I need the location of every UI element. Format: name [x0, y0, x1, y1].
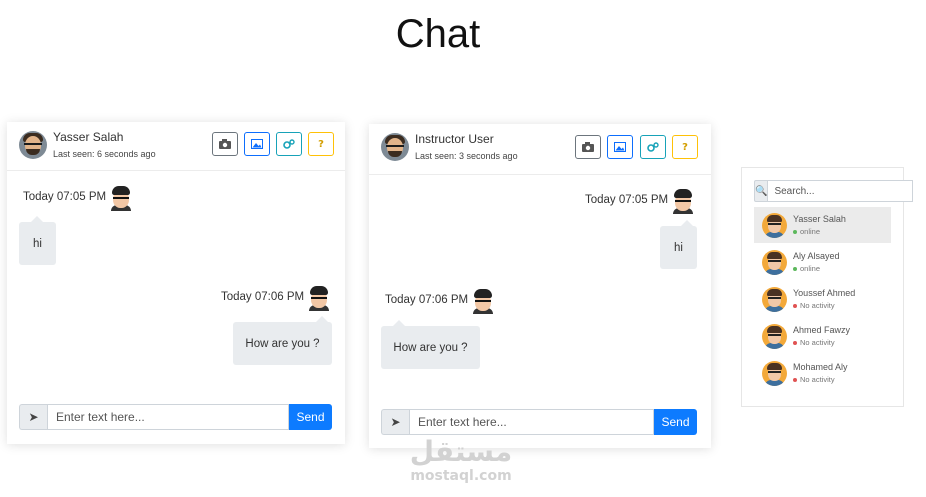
avatar [762, 213, 787, 238]
chat-user-name: Instructor User [415, 132, 494, 146]
avatar [307, 285, 331, 311]
gears-icon [283, 139, 295, 149]
message-input-row: ➤ Send [381, 409, 697, 435]
gears-icon [647, 142, 659, 152]
user-item-yasser-salah[interactable]: Yasser Salah online [754, 207, 891, 243]
user-status: No activity [793, 375, 835, 384]
camera-button[interactable] [212, 132, 238, 156]
settings-button[interactable] [276, 132, 302, 156]
image-button[interactable] [607, 135, 633, 159]
user-status: No activity [793, 338, 835, 347]
user-item-youssef-ahmed[interactable]: Youssef Ahmed No activity [754, 281, 891, 317]
chat-header: Instructor User Last seen: 3 seconds ago… [369, 124, 711, 175]
user-item-aly-alsayed[interactable]: Aly Alsayed online [754, 244, 891, 280]
chat-user-name: Yasser Salah [53, 130, 124, 144]
user-name: Aly Alsayed [793, 251, 840, 261]
question-icon: ? [682, 141, 688, 153]
user-name: Yasser Salah [793, 214, 846, 224]
message-time: Today 07:05 PM [585, 194, 669, 206]
avatar [671, 188, 695, 214]
search-icon: 🔍 [754, 180, 768, 202]
avatar [471, 288, 495, 314]
help-button[interactable]: ? [672, 135, 698, 159]
image-button[interactable] [244, 132, 270, 156]
user-list-panel: 🔍 Yasser Salah online Aly Alsayed online… [741, 167, 914, 407]
message-bubble: hi [19, 216, 56, 265]
message-bubble: hi [660, 220, 697, 269]
status-dot [793, 304, 797, 309]
user-name: Mohamed Aly [793, 362, 848, 372]
avatar [381, 133, 409, 161]
message-input-row: ➤ Send [19, 404, 332, 430]
watermark-latin: mostaql.com [410, 468, 512, 484]
question-icon: ? [318, 138, 324, 150]
message-input[interactable] [409, 409, 654, 435]
camera-button[interactable] [575, 135, 601, 159]
avatar [762, 324, 787, 349]
image-icon [251, 139, 263, 149]
last-seen-status: Last seen: 3 seconds ago [415, 151, 518, 161]
send-button[interactable]: Send [654, 409, 697, 435]
paper-plane-icon: ➤ [381, 409, 409, 435]
chat-header: Yasser Salah Last seen: 6 seconds ago ? [7, 122, 345, 171]
status-dot [793, 267, 797, 272]
avatar [19, 131, 47, 159]
chat-panel-instructor: Instructor User Last seen: 3 seconds ago… [369, 124, 711, 448]
camera-icon [219, 139, 231, 149]
avatar [762, 250, 787, 275]
last-seen-status: Last seen: 6 seconds ago [53, 149, 156, 159]
send-button[interactable]: Send [289, 404, 332, 430]
image-icon [614, 142, 626, 152]
avatar [762, 287, 787, 312]
settings-button[interactable] [640, 135, 666, 159]
help-button[interactable]: ? [308, 132, 334, 156]
status-dot [793, 341, 797, 346]
message-time: Today 07:06 PM [385, 294, 469, 306]
message-bubble: How are you ? [381, 320, 480, 369]
message-time: Today 07:05 PM [23, 191, 107, 203]
chat-panel-yasser: Yasser Salah Last seen: 6 seconds ago ? … [7, 122, 345, 444]
message-time: Today 07:06 PM [221, 291, 305, 303]
camera-icon [582, 142, 594, 152]
search-input[interactable] [767, 180, 914, 202]
status-dot [793, 230, 797, 235]
page-title: Chat [395, 12, 481, 56]
watermark-logo: مستقل mostaql.com [400, 435, 522, 485]
user-item-mohamed-aly[interactable]: Mohamed Aly No activity [754, 355, 891, 391]
user-status: online [793, 227, 820, 236]
message-input[interactable] [47, 404, 289, 430]
status-dot [793, 378, 797, 383]
watermark-arabic: مستقل [409, 435, 513, 468]
avatar [109, 185, 133, 211]
avatar [762, 361, 787, 386]
user-name: Ahmed Fawzy [793, 325, 851, 335]
user-status: online [793, 264, 820, 273]
user-name: Youssef Ahmed [793, 288, 856, 298]
user-status: No activity [793, 301, 835, 310]
search-bar: 🔍 [754, 180, 914, 202]
paper-plane-icon: ➤ [19, 404, 47, 430]
message-bubble: How are you ? [233, 316, 332, 365]
user-item-ahmed-fawzy[interactable]: Ahmed Fawzy No activity [754, 318, 891, 354]
